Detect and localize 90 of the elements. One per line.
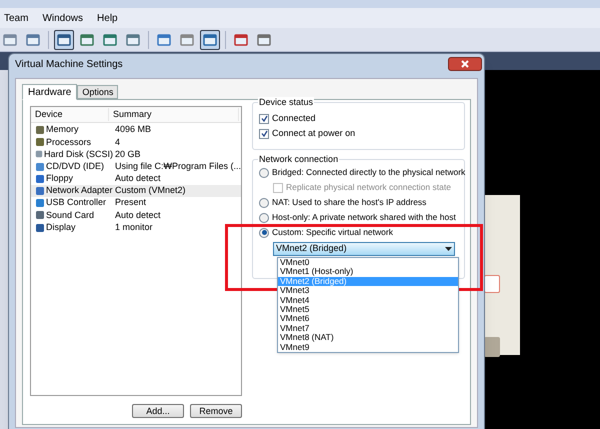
device-row[interactable]: USB Controller Present	[31, 197, 242, 210]
dropdown-option[interactable]: VMnet1 (Host-only)	[278, 267, 458, 277]
dropdown-option[interactable]: VMnet8 (NAT)	[278, 333, 458, 343]
device-icon	[35, 222, 45, 233]
column-header[interactable]: Summary	[109, 108, 239, 122]
device-row[interactable]: Hard Disk (SCSI) 20 GB	[31, 148, 242, 161]
tab[interactable]: Hardware	[22, 84, 78, 100]
toolbar-button[interactable]	[54, 30, 74, 50]
window-icon	[203, 34, 217, 46]
window-icon	[157, 34, 171, 46]
dropdown-option[interactable]: VMnet3	[278, 286, 458, 296]
radio-label: Custom: Specific virtual network	[272, 226, 393, 239]
device-name: Display	[46, 220, 76, 234]
device-icon	[35, 125, 45, 136]
radio-label: Host-only: A private network shared with the host	[272, 211, 456, 224]
checkbox-label: Connected	[272, 112, 316, 125]
device-summary: Auto detect	[114, 208, 161, 222]
group-title: Device status	[258, 97, 314, 108]
radio-button[interactable]	[259, 168, 270, 178]
device-name: Floppy	[46, 172, 74, 186]
dropdown-option[interactable]: VMnet0	[278, 258, 458, 268]
dropdown-option[interactable]: VMnet7	[278, 324, 458, 334]
device-icon	[35, 210, 45, 220]
device-name: Hard Disk (SCSI)	[44, 148, 113, 161]
dropdown-arrow-icon	[445, 247, 452, 251]
toolbar-button[interactable]	[200, 30, 220, 50]
radio-button[interactable]	[259, 212, 270, 222]
device-icon	[35, 137, 45, 148]
dropdown-option[interactable]: VMnet9	[278, 342, 458, 352]
dropdown-option[interactable]: VMnet6	[278, 314, 458, 324]
device-row[interactable]: Sound Card Auto detect	[31, 209, 242, 222]
device-summary: Auto detect	[114, 172, 161, 186]
menu-item[interactable]: Help	[97, 10, 118, 26]
checkbox[interactable]	[259, 128, 270, 138]
device-summary: Custom (VMnet2)	[114, 184, 186, 198]
close-button[interactable]	[448, 57, 482, 71]
device-summary: 4	[114, 136, 120, 149]
window-icon	[257, 34, 271, 46]
device-row[interactable]: Network Adapter Custom (VMnet2)	[31, 184, 242, 198]
menu-item[interactable]: Windows	[42, 10, 84, 26]
dialog-title: Virtual Machine Settings	[15, 58, 123, 72]
device-icon	[35, 174, 45, 184]
dialog-button[interactable]: Add...	[132, 404, 184, 418]
background-field	[484, 275, 500, 293]
window-icon	[80, 34, 94, 46]
device-summary: Present	[114, 196, 146, 210]
device-icon	[35, 186, 45, 196]
window-icon	[234, 34, 248, 46]
menu-item[interactable]: Team	[4, 10, 28, 26]
device-name: CD/DVD (IDE)	[46, 160, 104, 173]
check-icon	[260, 130, 268, 137]
device-summary: 20 GB	[114, 148, 141, 161]
network-dropdown[interactable]: VMnet2 (Bridged)	[273, 242, 456, 256]
device-row[interactable]: Display 1 monitor	[31, 222, 242, 234]
checkbox[interactable]	[259, 114, 270, 124]
device-summary: 1 monitor	[114, 220, 153, 234]
dropdown-option[interactable]: VMnet4	[278, 296, 458, 305]
device-name: Processors	[46, 136, 92, 149]
device-name: Sound Card	[46, 208, 94, 222]
group-title: Network connection	[258, 154, 340, 165]
window-icon	[126, 34, 140, 46]
dialog-button[interactable]: Remove	[190, 404, 242, 418]
device-icon	[35, 198, 45, 208]
dropdown-option[interactable]: VMnet5	[278, 304, 458, 314]
device-row[interactable]: Floppy Auto detect	[31, 172, 242, 185]
device-row[interactable]: Processors 4	[31, 136, 242, 148]
window-icon	[57, 34, 71, 46]
window-icon	[3, 34, 17, 46]
device-name: Network Adapter	[46, 184, 113, 198]
radio-button[interactable]	[259, 228, 270, 238]
device-summary: Using file C:₩Program Files (...	[114, 160, 242, 173]
tab[interactable]: Options	[77, 85, 118, 99]
device-summary: 4096 MB	[114, 123, 152, 136]
column-header[interactable]: Device	[31, 108, 109, 122]
device-row[interactable]: Memory 4096 MB	[31, 124, 242, 136]
check-icon	[260, 115, 268, 122]
device-row[interactable]: CD/DVD (IDE) Using file C:₩Program Files (...	[31, 160, 242, 173]
close-icon	[461, 60, 469, 68]
device-name: Memory	[46, 123, 79, 136]
radio-label: Bridged: Connected directly to the physical network	[272, 166, 466, 179]
checkbox-label: Replicate physical network connection state	[286, 181, 451, 194]
radio-label: NAT: Used to share the host's IP address	[272, 196, 426, 209]
checkbox-label: Connect at power on	[272, 126, 356, 140]
device-icon	[35, 149, 43, 160]
window-icon	[180, 34, 194, 46]
window-icon	[103, 34, 117, 46]
device-icon	[35, 162, 45, 172]
device-name: USB Controller	[46, 196, 106, 210]
window-icon	[26, 34, 40, 46]
radio-button[interactable]	[259, 198, 270, 208]
